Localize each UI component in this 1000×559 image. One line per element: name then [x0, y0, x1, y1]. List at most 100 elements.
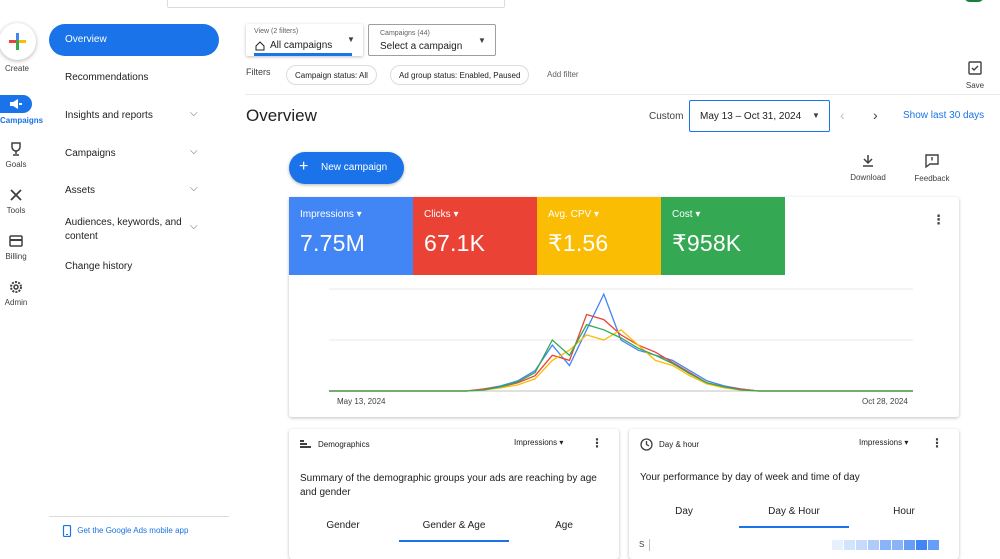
date-range-value: May 13 – Oct 31, 2024	[700, 111, 802, 122]
trophy-icon	[11, 142, 21, 156]
tab-age[interactable]: Age	[524, 520, 604, 531]
campaign-status-chip[interactable]: Campaign status: All	[286, 65, 377, 85]
metric-value: ₹1.56	[548, 230, 609, 256]
demographics-summary: Summary of the demographic groups your a…	[300, 473, 597, 498]
save-icon	[968, 61, 982, 75]
rail-goals[interactable]: Goals	[0, 141, 32, 169]
series-line	[329, 313, 913, 392]
performance-line-chart	[329, 288, 913, 392]
day-hour-summary: Your performance by day of week and time…	[640, 472, 860, 483]
new-campaign-label: New campaign	[321, 162, 388, 173]
nav-audiences-line2: content	[65, 231, 98, 242]
chevron-down-icon[interactable]: ⌵	[190, 108, 198, 119]
chevron-down-icon[interactable]: ⌵	[190, 146, 198, 157]
heatmap-cell	[928, 540, 939, 550]
metric-label: Impressions ▾	[300, 209, 362, 220]
metric-tile-impressions[interactable]: Impressions ▾ 7.75M	[289, 197, 413, 275]
demographics-card: Demographics Impressions ▾ ⋮ Summary of …	[289, 429, 619, 559]
nav-item-recommendations[interactable]: Recommendations	[65, 72, 148, 83]
active-underline	[254, 53, 352, 56]
campaigns-small-label: Campaigns (44)	[380, 30, 430, 37]
heatmap-cell	[904, 540, 915, 550]
demographics-metric-dropdown[interactable]: Impressions ▾	[514, 438, 563, 447]
tab-day-hour[interactable]: Day & Hour	[739, 506, 849, 528]
metric-tile-clicks[interactable]: Clicks ▾ 67.1K	[413, 197, 537, 275]
campaign-selector[interactable]: Campaigns (44) Select a campaign ▼	[368, 24, 496, 56]
phone-icon	[62, 524, 72, 538]
divider	[49, 516, 229, 517]
heatmap-cell	[832, 540, 843, 550]
tab-gender[interactable]: Gender	[303, 520, 383, 531]
metric-label: Clicks ▾	[424, 209, 459, 220]
avatar[interactable]	[964, 0, 984, 2]
view-value: All campaigns	[270, 40, 333, 51]
heatmap-cell	[844, 540, 855, 550]
people-icon	[300, 440, 311, 448]
rail-admin-label: Admin	[4, 298, 28, 307]
x-tick-label-start: May 13, 2024	[337, 397, 386, 406]
nav-item-assets[interactable]: Assets	[65, 185, 95, 196]
tab-hour[interactable]: Hour	[864, 506, 944, 517]
rail-campaigns[interactable]	[0, 95, 32, 113]
x-tick-label-end: Oct 28, 2024	[862, 397, 908, 406]
chevron-down-icon[interactable]: ⌵	[190, 221, 198, 232]
view-small-label: View (2 filters)	[254, 28, 299, 35]
tab-gender-age[interactable]: Gender & Age	[399, 520, 509, 542]
filters-label: Filters	[246, 67, 271, 77]
more-options-icon[interactable]: ⋮	[932, 212, 945, 228]
show-last-30-days-button[interactable]: Show last 30 days	[903, 110, 984, 121]
left-rail: Create Campaigns Goals Tools Billing Adm…	[0, 0, 44, 548]
new-campaign-button[interactable]: + New campaign	[289, 152, 404, 184]
series-line	[329, 292, 913, 392]
metric-tile-cost[interactable]: Cost ▾ ₹958K	[661, 197, 785, 275]
rail-goals-label: Goals	[5, 160, 27, 169]
save-button[interactable]: Save	[957, 60, 993, 90]
nav-item-change-history[interactable]: Change history	[65, 261, 132, 272]
heatmap-axis	[649, 539, 650, 551]
search-bar[interactable]	[167, 0, 505, 8]
heatmap-cell	[916, 540, 927, 550]
rail-tools[interactable]: Tools	[0, 187, 32, 215]
page-title: Overview	[246, 106, 317, 125]
day-hour-metric-dropdown[interactable]: Impressions ▾	[859, 438, 908, 447]
tab-day[interactable]: Day	[644, 506, 724, 517]
chevron-left-icon[interactable]: ‹	[840, 107, 845, 123]
more-options-icon[interactable]: ⋮	[931, 436, 943, 450]
rail-billing[interactable]: Billing	[0, 233, 32, 261]
tools-icon	[10, 189, 22, 201]
nav-item-overview[interactable]: Overview	[49, 24, 219, 56]
rail-create-label: Create	[4, 64, 29, 73]
heatmap-cell	[856, 540, 867, 550]
nav-item-campaigns[interactable]: Campaigns	[65, 148, 116, 159]
feedback-label: Feedback	[914, 174, 950, 183]
save-label: Save	[965, 81, 985, 90]
mobile-app-link[interactable]: Get the Google Ads mobile app	[62, 524, 189, 538]
rail-admin[interactable]: Admin	[0, 279, 32, 307]
download-icon	[863, 155, 873, 167]
heatmap-cell	[880, 540, 891, 550]
chevron-right-icon[interactable]: ›	[873, 107, 878, 123]
custom-label: Custom	[649, 111, 684, 122]
date-range-picker[interactable]: May 13 – Oct 31, 2024 ▼	[689, 100, 830, 132]
campaigns-value: Select a campaign	[380, 41, 463, 52]
download-button[interactable]: Download	[846, 154, 890, 182]
feedback-icon	[925, 154, 939, 169]
view-selector[interactable]: View (2 filters) All campaigns ▼	[246, 24, 363, 56]
nav-item-insights[interactable]: Insights and reports	[65, 110, 153, 121]
metric-tile-avg-cpv[interactable]: Avg. CPV ▾ ₹1.56	[537, 197, 661, 275]
chevron-down-icon[interactable]: ⌵	[190, 183, 198, 194]
rail-campaigns-label[interactable]: Campaigns	[0, 116, 43, 125]
add-filter-button[interactable]: Add filter	[547, 70, 579, 79]
ad-group-status-chip[interactable]: Ad group status: Enabled, Paused	[390, 65, 530, 85]
metric-label: Avg. CPV ▾	[548, 209, 599, 220]
nav-item-audiences[interactable]: Audiences, keywords, and content	[65, 216, 182, 244]
clock-icon	[640, 438, 653, 451]
feedback-button[interactable]: Feedback	[910, 153, 954, 183]
credit-card-icon	[9, 235, 23, 247]
day-hour-title: Day & hour	[659, 440, 700, 449]
more-options-icon[interactable]: ⋮	[591, 436, 603, 450]
heatmap-cell	[868, 540, 879, 550]
mobile-app-label: Get the Google Ads mobile app	[77, 526, 189, 536]
create-button[interactable]	[0, 23, 36, 60]
metric-value: ₹958K	[672, 230, 742, 256]
